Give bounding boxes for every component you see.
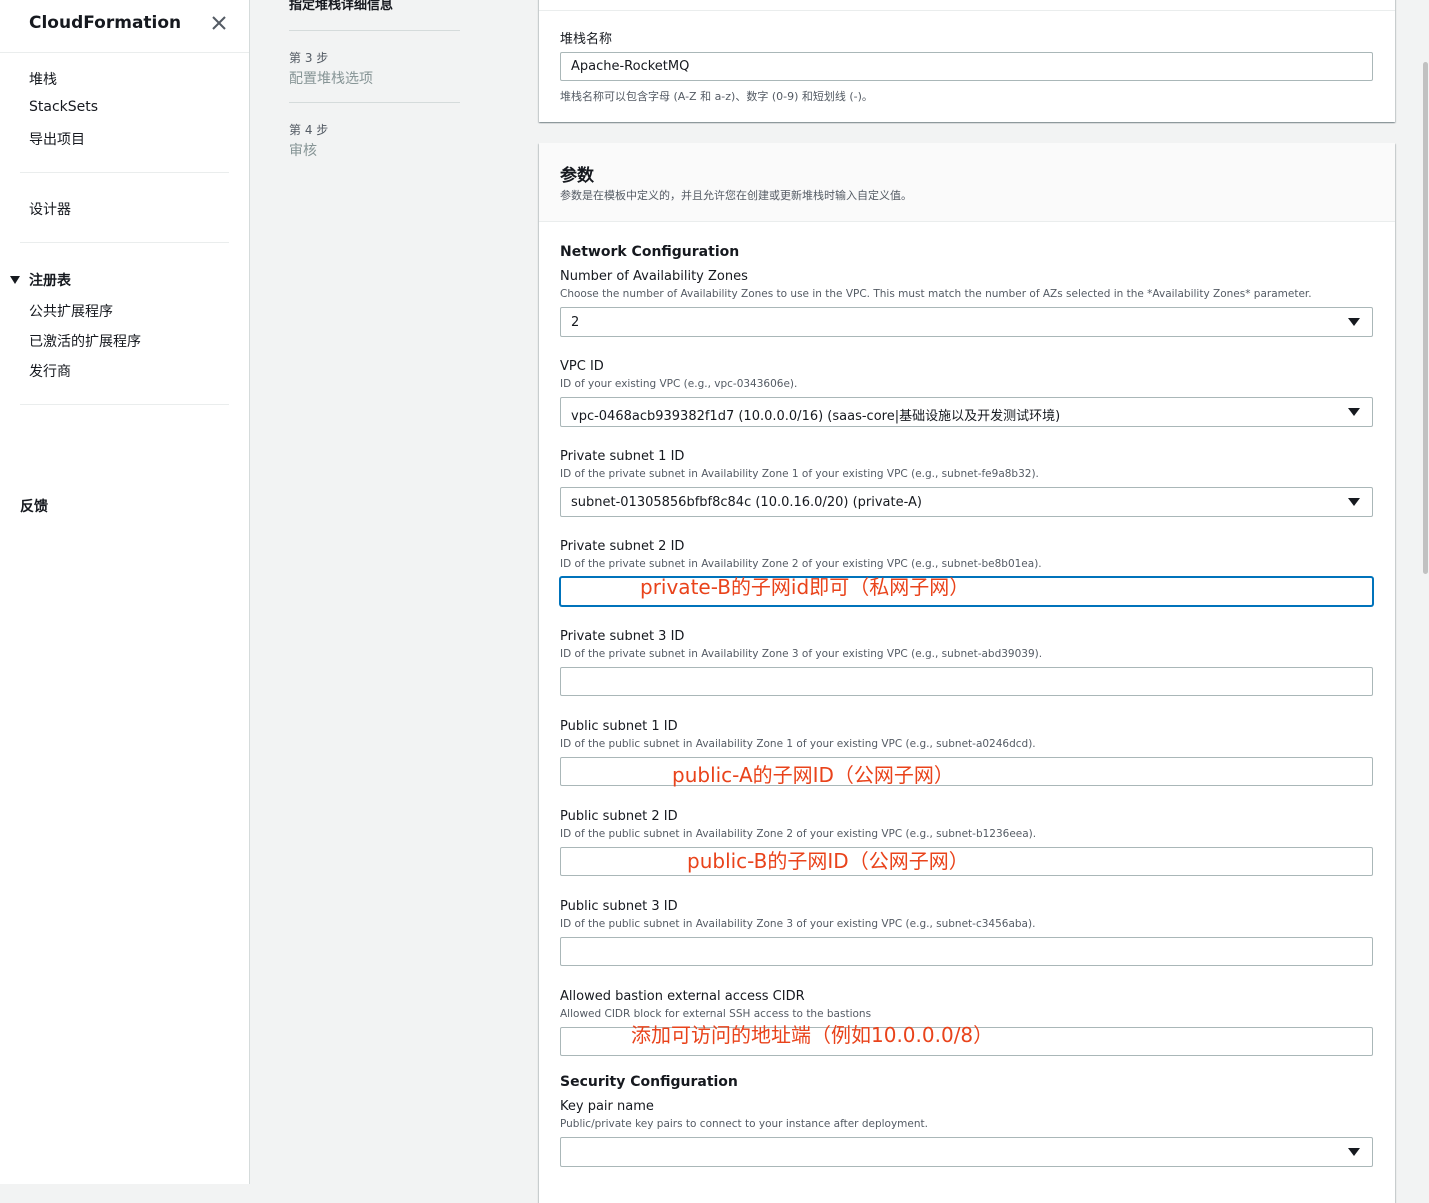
nav-section-registry-label: 注册表 <box>29 273 71 289</box>
public-subnet-3-input[interactable] <box>560 937 1373 966</box>
az-count-description: Choose the number of Availability Zones … <box>560 288 1312 300</box>
stack-name-value: Apache-RocketMQ <box>571 59 690 74</box>
vpc-id-value: vpc-0468acb939382f1d7 (10.0.0.0/16) (saa… <box>571 409 1061 424</box>
parameters-header: 参数 参数是在模板中定义的，并且允许您在创建或更新堆栈时输入自定义值。 <box>539 143 1395 222</box>
key-pair-label: Key pair name <box>560 1099 654 1114</box>
vpc-id-label: VPC ID <box>560 359 604 374</box>
caret-down-icon <box>1348 498 1360 506</box>
private-subnet-1-select[interactable]: subnet-01305856bfbf8c84c (10.0.16.0/20) … <box>560 487 1373 517</box>
caret-down-icon <box>1348 408 1360 416</box>
divider <box>289 102 460 103</box>
annotation-public-subnet-1: public-A的子网ID（公网子网） <box>672 763 954 787</box>
network-config-heading: Network Configuration <box>560 244 740 260</box>
divider <box>20 172 229 173</box>
private-subnet-1-value: subnet-01305856bfbf8c84c (10.0.16.0/20) … <box>571 495 922 510</box>
security-config-heading: Security Configuration <box>560 1074 738 1090</box>
vpc-id-description: ID of your existing VPC (e.g., vpc-03436… <box>560 378 798 390</box>
stack-name-input[interactable]: Apache-RocketMQ <box>560 52 1373 81</box>
step-4-link[interactable]: 审核 <box>289 140 317 160</box>
caret-down-icon <box>1348 318 1360 326</box>
step-3-link[interactable]: 配置堆栈选项 <box>289 68 373 88</box>
public-subnet-3-label: Public subnet 3 ID <box>560 899 678 914</box>
divider <box>0 52 249 53</box>
stack-name-hint: 堆栈名称可以包含字母 (A-Z 和 a-z)、数字 (0-9) 和短划线 (-)… <box>560 90 873 103</box>
key-pair-description: Public/private key pairs to connect to y… <box>560 1118 928 1130</box>
stack-name-label: 堆栈名称 <box>560 32 613 47</box>
step-4-number: 第 4 步 <box>289 123 329 137</box>
vpc-id-select[interactable]: vpc-0468acb939382f1d7 (10.0.0.0/16) (saa… <box>560 397 1373 427</box>
nav-item-stacks[interactable]: 堆栈 <box>29 69 57 89</box>
nav-item-publishers[interactable]: 发行商 <box>29 361 71 381</box>
public-subnet-2-label: Public subnet 2 ID <box>560 809 678 824</box>
parameters-description: 参数是在模板中定义的，并且允许您在创建或更新堆栈时输入自定义值。 <box>560 189 912 202</box>
parameters-title: 参数 <box>560 166 594 186</box>
side-navigation: CloudFormation 堆栈 StackSets 导出项目 设计器 注册表… <box>0 0 250 1184</box>
step-3-number: 第 3 步 <box>289 51 329 65</box>
nav-item-activated-extensions[interactable]: 已激活的扩展程序 <box>29 331 141 351</box>
annotation-public-subnet-2: public-B的子网ID（公网子网） <box>687 849 969 873</box>
nav-item-exports[interactable]: 导出项目 <box>29 129 85 149</box>
public-subnet-2-description: ID of the public subnet in Availability … <box>560 828 1037 840</box>
scrollbar-thumb[interactable] <box>1423 62 1428 574</box>
nav-item-stacksets[interactable]: StackSets <box>29 99 98 115</box>
private-subnet-2-label: Private subnet 2 ID <box>560 539 685 554</box>
caret-down-icon <box>10 276 20 284</box>
nav-item-designer[interactable]: 设计器 <box>29 199 71 219</box>
private-subnet-2-description: ID of the private subnet in Availability… <box>560 558 1042 570</box>
nav-item-public-extensions[interactable]: 公共扩展程序 <box>29 301 113 321</box>
public-subnet-1-label: Public subnet 1 ID <box>560 719 678 734</box>
divider <box>20 242 229 243</box>
divider <box>289 30 460 31</box>
private-subnet-1-description: ID of the private subnet in Availability… <box>560 468 1039 480</box>
annotation-bastion-cidr: 添加可访问的地址端（例如10.0.0.0/8） <box>631 1023 994 1047</box>
private-subnet-3-input[interactable] <box>560 667 1373 696</box>
private-subnet-3-description: ID of the private subnet in Availability… <box>560 648 1043 660</box>
feedback-link[interactable]: 反馈 <box>20 496 48 516</box>
current-step-label: 指定堆栈详细信息 <box>289 0 394 13</box>
private-subnet-3-label: Private subnet 3 ID <box>560 629 685 644</box>
annotation-private-subnet-2: private-B的子网id即可（私网子网） <box>640 575 970 599</box>
close-icon[interactable] <box>210 14 228 32</box>
divider <box>539 10 1395 11</box>
az-count-select[interactable]: 2 <box>560 307 1373 337</box>
divider <box>20 404 229 405</box>
az-count-value: 2 <box>571 315 580 330</box>
service-title[interactable]: CloudFormation <box>29 13 181 33</box>
nav-section-registry[interactable]: 注册表 <box>10 270 71 290</box>
az-count-label: Number of Availability Zones <box>560 269 748 284</box>
public-subnet-3-description: ID of the public subnet in Availability … <box>560 918 1036 930</box>
key-pair-select[interactable] <box>560 1137 1373 1167</box>
stack-name-panel: 堆栈名称 Apache-RocketMQ 堆栈名称可以包含字母 (A-Z 和 a… <box>539 0 1395 122</box>
bastion-cidr-label: Allowed bastion external access CIDR <box>560 989 805 1004</box>
private-subnet-1-label: Private subnet 1 ID <box>560 449 685 464</box>
public-subnet-1-description: ID of the public subnet in Availability … <box>560 738 1036 750</box>
caret-down-icon <box>1348 1148 1360 1156</box>
